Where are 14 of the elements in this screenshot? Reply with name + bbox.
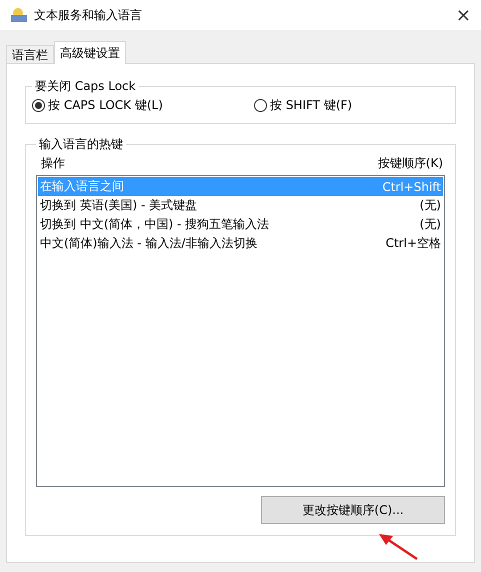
group-title: 要关闭 Caps Lock — [34, 78, 137, 95]
radio-option[interactable]: 按 CAPS LOCK 键(L) — [32, 97, 254, 114]
change-key-sequence-button[interactable]: 更改按键顺序(C)... — [261, 496, 445, 524]
tab[interactable]: 高级键设置 — [54, 41, 126, 64]
list-row[interactable]: 切换到 英语(美国) - 美式键盘 (无) — [38, 196, 443, 215]
close-button[interactable]: × — [456, 4, 471, 26]
column-header: 按键顺序(K) — [378, 155, 443, 172]
radio-option[interactable]: 按 SHIFT 键(F) — [254, 97, 352, 114]
list-row[interactable]: 中文(简体)输入法 - 输入法/非输入法切换 Ctrl+空格 — [38, 234, 443, 253]
tab[interactable]: 语言栏 — [6, 45, 54, 63]
list-row[interactable]: 切换到 中文(简体，中国) - 搜狗五笔输入法 (无) — [38, 215, 443, 234]
window-title: 文本服务和输入语言 — [34, 6, 143, 24]
column-header: 操作 — [41, 155, 65, 172]
group-title: 输入语言的热键 — [38, 136, 124, 153]
